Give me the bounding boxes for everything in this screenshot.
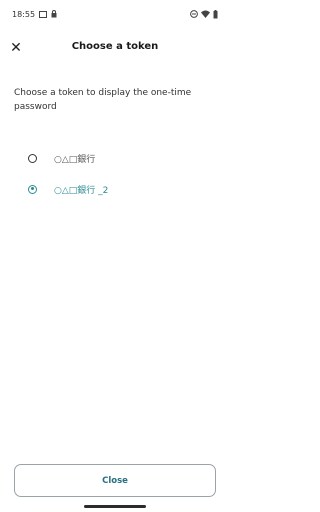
status-time: 18:55 xyxy=(12,9,36,19)
dnd-icon xyxy=(190,10,198,18)
token-label: ○△□銀行 _2 xyxy=(54,185,109,196)
token-option-1[interactable]: ○△□銀行 xyxy=(28,149,208,167)
token-option-2[interactable]: ○△□銀行 _2 xyxy=(28,180,208,198)
token-label: ○△□銀行 xyxy=(54,154,96,165)
radio-unselected-icon[interactable] xyxy=(28,153,37,163)
status-left: 18:55 xyxy=(12,10,57,19)
app-bar: ✕ Choose a token xyxy=(0,34,230,62)
home-indicator[interactable] xyxy=(84,505,146,508)
close-button[interactable]: Close xyxy=(14,464,216,497)
screen-icon xyxy=(39,10,48,18)
radio-selected-icon[interactable] xyxy=(28,184,37,194)
token-prompt: Choose a token to display the one-time p… xyxy=(14,88,192,112)
lock-icon xyxy=(51,10,57,18)
status-bar: 18:55 xyxy=(0,0,230,28)
battery-icon xyxy=(213,9,218,18)
status-right xyxy=(190,9,218,19)
wifi-icon xyxy=(201,10,210,18)
page-title: Choose a token xyxy=(71,41,159,52)
